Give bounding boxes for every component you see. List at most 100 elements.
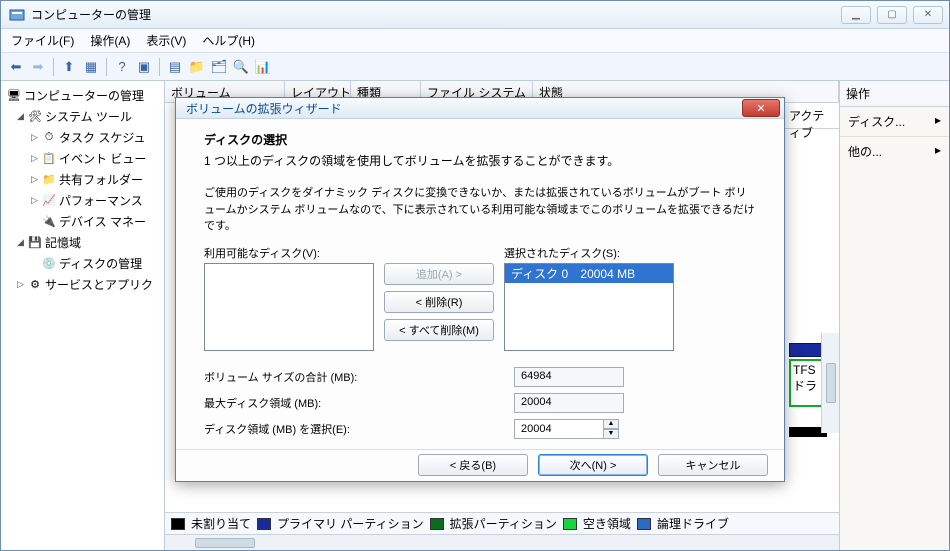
available-disks-listbox[interactable]: [204, 263, 374, 351]
select-size-label: ディスク領域 (MB) を選択(E):: [204, 421, 514, 437]
cancel-button[interactable]: キャンセル: [658, 454, 768, 476]
total-size-label: ボリューム サイズの合計 (MB):: [204, 369, 514, 385]
tree-label: システム ツール: [45, 108, 132, 125]
tree-task[interactable]: ▷⏱タスク スケジュ: [3, 127, 162, 148]
max-size-label: 最大ディスク領域 (MB):: [204, 395, 514, 411]
tree-root-label: コンピューターの管理: [24, 87, 144, 104]
window-buttons: ▁ ▢ ✕: [841, 6, 943, 24]
separator: [159, 58, 160, 76]
total-size-value: 64984: [514, 367, 624, 387]
tool-icon[interactable]: 📊: [254, 58, 272, 76]
menu-help[interactable]: ヘルプ(H): [202, 32, 255, 49]
dialog-close-button[interactable]: ✕: [742, 99, 780, 117]
legend-swatch-unalloc: [171, 518, 185, 530]
tree-services[interactable]: ▷⚙サービスとアプリク: [3, 274, 162, 295]
window-title: コンピューターの管理: [31, 6, 841, 23]
dialog-note: ご使用のディスクをダイナミック ディスクに変換できないか、または拡張されているボ…: [204, 185, 756, 235]
size-fields: ボリューム サイズの合計 (MB): 64984 最大ディスク領域 (MB): …: [204, 367, 756, 439]
tree-label: タスク スケジュ: [59, 129, 146, 146]
spinner-buttons: ▲ ▼: [603, 419, 619, 439]
dialog-footer: < 戻る(B) 次へ(N) > キャンセル: [176, 449, 784, 481]
legend-swatch-primary: [257, 518, 271, 530]
available-disks-column: 利用可能なディスク(V):: [204, 245, 374, 351]
dialog-body: ディスクの選択 1 つ以上のディスクの領域を使用してボリュームを拡張することがで…: [176, 119, 784, 449]
chevron-right-icon: ▸: [935, 113, 941, 130]
back-button[interactable]: < 戻る(B): [418, 454, 528, 476]
max-size-row: 最大ディスク領域 (MB): 20004: [204, 393, 756, 413]
remove-all-button[interactable]: < すべて削除(M): [384, 319, 494, 341]
tree-label: 共有フォルダー: [59, 171, 143, 188]
next-button[interactable]: 次へ(N) >: [538, 454, 648, 476]
tree-perf[interactable]: ▷📈パフォーマンス: [3, 190, 162, 211]
tree-device[interactable]: 🔌デバイス マネー: [3, 211, 162, 232]
horizontal-scrollbar[interactable]: [165, 534, 839, 550]
legend-label: プライマリ パーティション: [277, 515, 424, 532]
spin-up-button[interactable]: ▲: [603, 419, 619, 429]
minimize-button[interactable]: ▁: [841, 6, 871, 24]
tree-label: ディスクの管理: [59, 255, 142, 272]
menu-file[interactable]: ファイル(F): [11, 32, 74, 49]
help-icon[interactable]: ?: [113, 58, 131, 76]
peek-dra: ドラ: [793, 377, 823, 394]
available-disks-label: 利用可能なディスク(V):: [204, 245, 374, 261]
refresh-icon[interactable]: ▣: [135, 58, 153, 76]
legend-swatch-logical: [637, 518, 651, 530]
dialog-subtitle: ディスクの選択: [204, 131, 756, 148]
actions-disk[interactable]: ディスク...▸: [840, 107, 949, 136]
remove-button[interactable]: < 削除(R): [384, 291, 494, 313]
legend-label: 拡張パーティション: [450, 515, 557, 532]
select-size-input[interactable]: [514, 419, 604, 439]
peek-ntfs: TFS: [793, 363, 823, 377]
add-button[interactable]: 追加(A) >: [384, 263, 494, 285]
dialog-title: ボリュームの拡張ウィザード: [186, 100, 742, 117]
disk-transfer-lists: 利用可能なディスク(V): 追加(A) > < 削除(R) < すべて削除(M)…: [204, 245, 756, 351]
nav-back-icon[interactable]: ⬅: [7, 58, 25, 76]
menu-view[interactable]: 表示(V): [146, 32, 186, 49]
tree-label: サービスとアプリク: [45, 276, 153, 293]
selected-disk-row[interactable]: ディスク 0 20004 MB: [505, 264, 673, 283]
legend: 未割り当て プライマリ パーティション 拡張パーティション 空き領域 論理ドライ…: [165, 512, 839, 534]
actions-label: 他の...: [848, 143, 882, 160]
tree-label: デバイス マネー: [59, 213, 146, 230]
tree-shared[interactable]: ▷📁共有フォルダー: [3, 169, 162, 190]
disk-name: ディスク 0: [511, 267, 568, 281]
legend-label: 未割り当て: [191, 515, 251, 532]
titlebar: コンピューターの管理 ▁ ▢ ✕: [1, 1, 949, 29]
nav-tree: 🖥コンピューターの管理 ◢🛠システム ツール ▷⏱タスク スケジュ ▷📋イベント…: [1, 81, 165, 550]
transfer-buttons: 追加(A) > < 削除(R) < すべて削除(M): [384, 263, 494, 341]
legend-label: 空き領域: [583, 515, 631, 532]
tool-icon[interactable]: 🗂: [210, 58, 228, 76]
tree-systools[interactable]: ◢🛠システム ツール: [3, 106, 162, 127]
menu-action[interactable]: 操作(A): [90, 32, 130, 49]
tree-root[interactable]: 🖥コンピューターの管理: [3, 85, 162, 106]
tool-icon[interactable]: 📁: [188, 58, 206, 76]
separator: [53, 58, 54, 76]
maximize-button[interactable]: ▢: [877, 6, 907, 24]
chevron-right-icon: ▸: [935, 143, 941, 160]
disk-size: 20004 MB: [580, 267, 635, 281]
selected-disks-listbox[interactable]: ディスク 0 20004 MB: [504, 263, 674, 351]
vertical-scrollbar[interactable]: [821, 333, 839, 433]
spin-down-button[interactable]: ▼: [603, 429, 619, 439]
dialog-description: 1 つ以上のディスクの領域を使用してボリュームを拡張することができます。: [204, 152, 756, 169]
actions-more[interactable]: 他の... ▸: [840, 136, 949, 166]
col-extra-peek: アクティブ: [785, 103, 839, 129]
tool-icon[interactable]: 🔍: [232, 58, 250, 76]
select-size-row: ディスク領域 (MB) を選択(E): ▲ ▼: [204, 419, 756, 439]
menubar: ファイル(F) 操作(A) 表示(V) ヘルプ(H): [1, 29, 949, 53]
close-button[interactable]: ✕: [913, 6, 943, 24]
actions-header: 操作: [840, 81, 949, 107]
total-size-row: ボリューム サイズの合計 (MB): 64984: [204, 367, 756, 387]
tree-event[interactable]: ▷📋イベント ビュー: [3, 148, 162, 169]
nav-forward-icon[interactable]: ➡: [29, 58, 47, 76]
tool-icon[interactable]: ▤: [166, 58, 184, 76]
separator: [106, 58, 107, 76]
selected-disks-column: 選択されたディスク(S): ディスク 0 20004 MB: [504, 245, 674, 351]
tree-diskmgmt[interactable]: 💿ディスクの管理: [3, 253, 162, 274]
tree-storage[interactable]: ◢💾記憶域: [3, 232, 162, 253]
app-icon: [9, 7, 25, 23]
properties-icon[interactable]: ▦: [82, 58, 100, 76]
up-icon[interactable]: ⬆: [60, 58, 78, 76]
actions-pane: 操作 ディスク...▸ 他の... ▸: [839, 81, 949, 550]
legend-label: 論理ドライブ: [657, 515, 729, 532]
